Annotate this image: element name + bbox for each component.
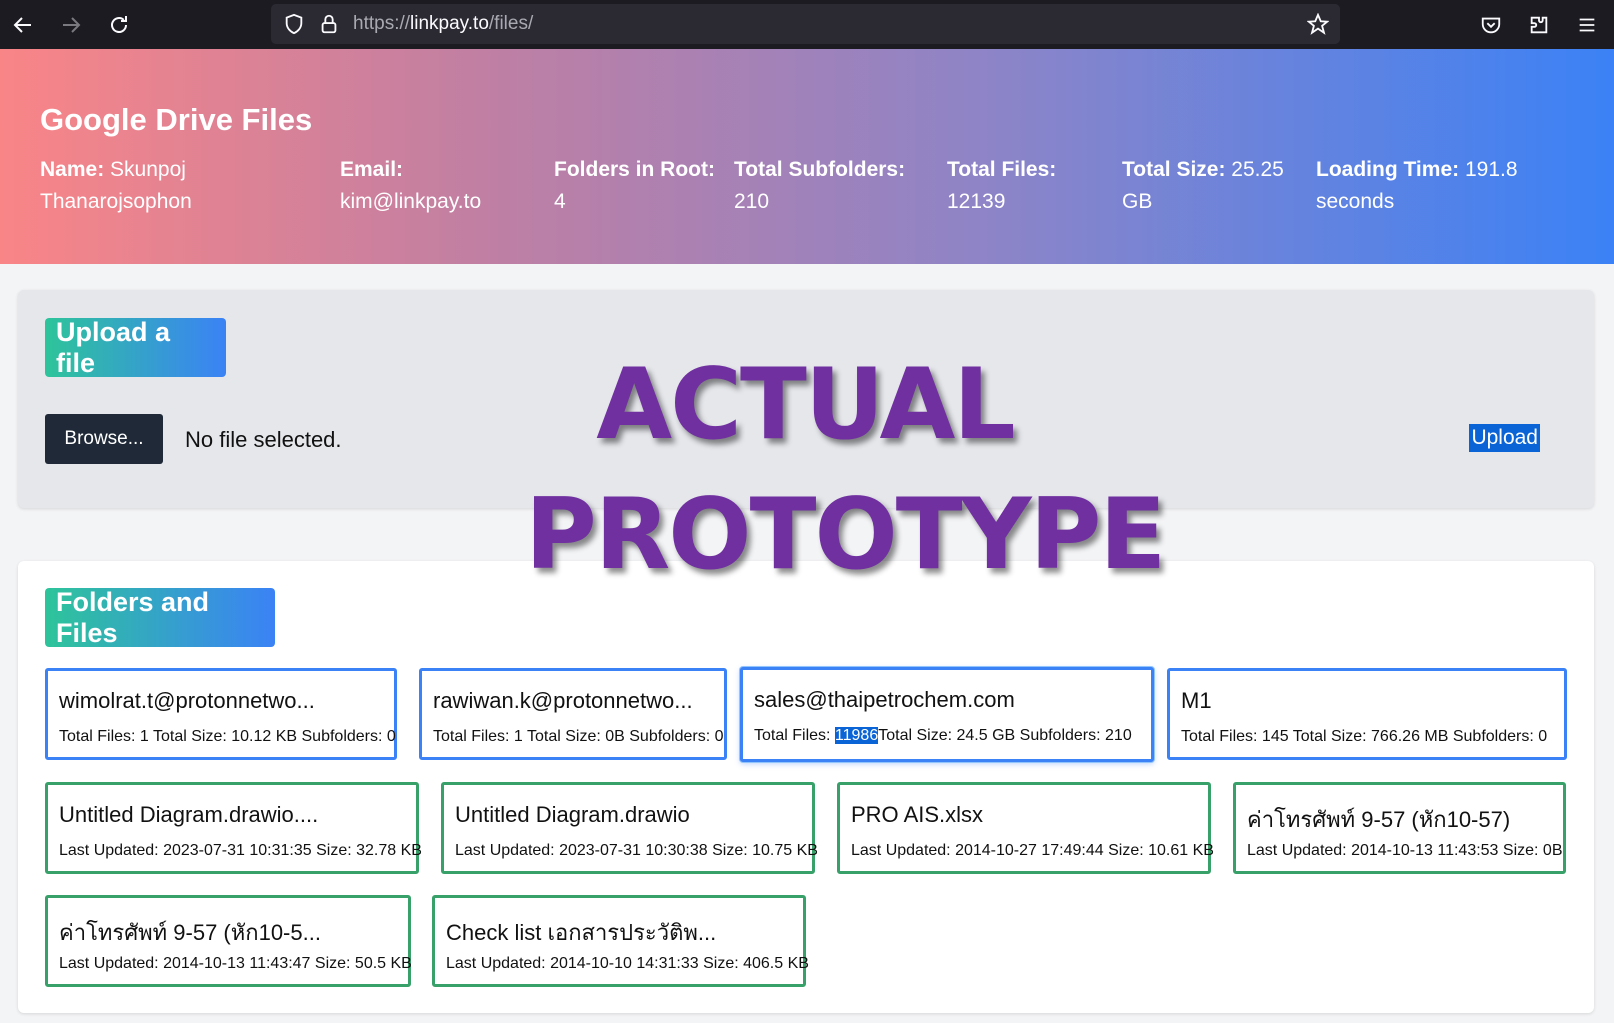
file-tile[interactable]: Untitled Diagram.drawio.... Last Updated…	[45, 782, 422, 874]
extensions-icon[interactable]	[1522, 8, 1556, 42]
file-name: Untitled Diagram.drawio	[455, 802, 690, 827]
menu-icon[interactable]	[1570, 8, 1604, 42]
file-meta: Last Updated: 2014-10-27 17:49:44 Size: …	[851, 842, 1214, 859]
stat-total-size: Total Size: 25.25 GB	[1122, 158, 1284, 213]
file-meta: Last Updated: 2023-07-31 10:31:35 Size: …	[59, 842, 422, 859]
url-text: https://linkpay.to/files/	[353, 13, 534, 34]
file-meta: Last Updated: 2014-10-13 11:43:47 Size: …	[59, 955, 412, 972]
file-status: No file selected.	[185, 427, 342, 452]
file-name: Untitled Diagram.drawio....	[59, 802, 319, 827]
selected-text: 11986	[834, 727, 879, 744]
stat-total-subfolders: Total Subfolders: 210	[734, 158, 906, 213]
folder-meta: Total Files: 1 Total Size: 10.12 KB Subf…	[59, 728, 396, 745]
upload-card: Upload a file Browse... No file selected…	[18, 290, 1594, 508]
folder-meta: Total Files: 145 Total Size: 766.26 MB S…	[1181, 728, 1548, 745]
files-card: Folders and Files wimolrat.t@protonnetwo…	[18, 561, 1594, 1013]
folder-meta: Total Files: 11986Total Size: 24.5 GB Su…	[754, 727, 1132, 744]
folder-tile[interactable]: rawiwan.k@protonnetwo... Total Files: 1 …	[419, 668, 727, 760]
file-tile[interactable]: ค่าโทรศัพท์ 9-57 (หัก10-5... Last Update…	[45, 895, 412, 987]
file-tile[interactable]: Untitled Diagram.drawio Last Updated: 20…	[441, 782, 818, 874]
back-icon[interactable]	[6, 8, 40, 42]
page-header: Google Drive Files Name: Skunpoj Thanaroj…	[0, 49, 1614, 264]
folder-meta: Total Files: 1 Total Size: 0B Subfolders…	[433, 728, 724, 745]
stat-loading-time: Loading Time: 191.8 seconds	[1316, 158, 1518, 213]
shield-icon[interactable]	[282, 12, 306, 36]
reload-icon[interactable]	[102, 8, 136, 42]
forward-icon[interactable]	[54, 8, 88, 42]
star-icon[interactable]	[1306, 12, 1330, 36]
stat-total-files: Total Files: 12139	[947, 158, 1057, 213]
file-tile[interactable]: PRO AIS.xlsx Last Updated: 2014-10-27 17…	[837, 782, 1214, 874]
file-meta: Last Updated: 2023-07-31 10:30:38 Size: …	[455, 842, 818, 859]
browse-button[interactable]: Browse...	[45, 414, 163, 464]
folder-tile[interactable]: sales@thaipetrochem.com Total Files: 119…	[740, 667, 1154, 762]
folder-tile[interactable]: wimolrat.t@protonnetwo... Total Files: 1…	[45, 668, 397, 760]
folder-name: rawiwan.k@protonnetwo...	[433, 688, 693, 713]
file-meta: Last Updated: 2014-10-10 14:31:33 Size: …	[446, 955, 809, 972]
file-name: ค่าโทรศัพท์ 9-57 (หัก10-5...	[59, 920, 321, 945]
file-meta: Last Updated: 2014-10-13 11:43:53 Size: …	[1247, 842, 1563, 859]
browser-toolbar: https://linkpay.to/files/	[0, 0, 1614, 49]
files-heading: Folders and Files	[45, 587, 275, 648]
upload-button[interactable]: Upload	[1469, 424, 1540, 452]
folder-name: M1	[1181, 688, 1212, 713]
lock-icon[interactable]	[317, 12, 341, 36]
folder-name: wimolrat.t@protonnetwo...	[59, 688, 315, 713]
file-tile[interactable]: Check list เอกสารประวัติพ... Last Update…	[432, 895, 809, 987]
folder-tile[interactable]: M1 Total Files: 145 Total Size: 766.26 M…	[1167, 668, 1567, 760]
pocket-icon[interactable]	[1474, 8, 1508, 42]
file-name: Check list เอกสารประวัติพ...	[446, 920, 717, 945]
address-bar[interactable]: https://linkpay.to/files/	[271, 4, 1340, 44]
file-tile[interactable]: ค่าโทรศัพท์ 9-57 (หัก10-57) Last Updated…	[1233, 782, 1566, 874]
stat-name: Name: Skunpoj Thanarojsophon	[40, 158, 192, 213]
folder-name: sales@thaipetrochem.com	[754, 687, 1015, 712]
stat-folders-in-root: Folders in Root: 4	[554, 158, 715, 213]
stat-email: Email: kim@linkpay.to	[340, 158, 482, 213]
page-title: Google Drive Files	[40, 102, 313, 137]
file-name: ค่าโทรศัพท์ 9-57 (หัก10-57)	[1247, 807, 1511, 832]
file-name: PRO AIS.xlsx	[851, 802, 984, 827]
upload-heading: Upload a file	[45, 317, 226, 378]
